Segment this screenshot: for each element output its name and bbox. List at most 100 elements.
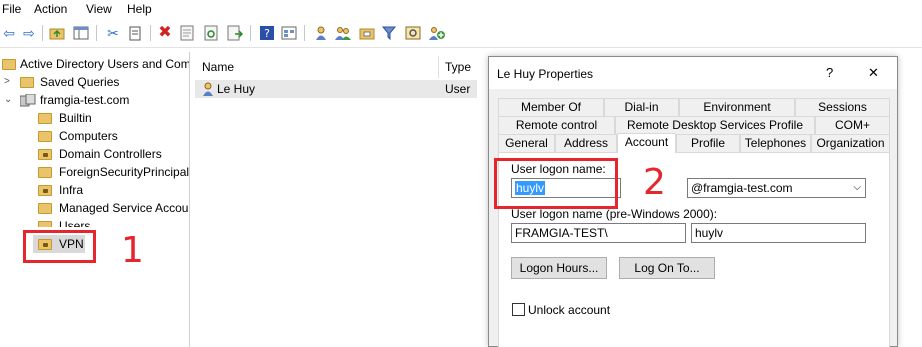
folder-icon <box>38 113 52 124</box>
tree-item-foreign-security-principals[interactable]: ForeignSecurityPrincipals <box>0 163 190 181</box>
unlock-account-label: Unlock account <box>528 303 611 317</box>
tree-item-domain-controllers[interactable]: Domain Controllers <box>0 145 189 163</box>
annotation-number-2: 2 <box>643 162 666 203</box>
ou-icon <box>38 149 52 160</box>
toolbar-separator <box>304 25 305 41</box>
tree-item-root[interactable]: Active Directory Users and Com <box>0 55 190 73</box>
copy-icon[interactable] <box>126 24 144 42</box>
tree-item-label: Users <box>59 219 91 227</box>
dialog-title: Le Huy Properties <box>497 67 594 81</box>
menu-file[interactable]: File <box>2 1 21 17</box>
tab-organization[interactable]: Organization <box>811 134 890 152</box>
tree-item-label: Saved Queries <box>40 75 120 89</box>
tab-dial-in[interactable]: Dial-in <box>604 98 679 116</box>
new-user-icon[interactable] <box>312 24 330 42</box>
folder-icon <box>38 131 52 142</box>
tab-com-plus[interactable]: COM+ <box>815 116 890 134</box>
delete-icon[interactable]: ✖ <box>156 24 174 42</box>
chevron-down-icon[interactable]: ⌄ <box>4 91 12 109</box>
upn-suffix-select[interactable]: @framgia-test.com ⌵ <box>687 178 866 198</box>
upn-suffix-value: @framgia-test.com <box>691 181 793 195</box>
menu-action[interactable]: Action <box>34 1 67 17</box>
toolbar-separator <box>96 25 97 41</box>
folder-icon <box>38 167 52 178</box>
help-button[interactable]: ? <box>826 65 833 80</box>
ad-root-icon <box>2 59 16 70</box>
tab-general[interactable]: General <box>498 134 555 152</box>
details-list: Name Type Le Huy User <box>195 52 477 347</box>
chevron-down-icon: ⌵ <box>853 182 861 193</box>
toolbar-separator <box>150 25 151 41</box>
dialog-titlebar: Le Huy Properties ? ✕ <box>489 57 897 89</box>
tree-item-label: Active Directory Users and Com <box>20 57 190 71</box>
pre2000-label: User logon name (pre-Windows 2000): <box>511 207 718 221</box>
tree-item-label: Computers <box>59 129 118 143</box>
folder-icon <box>38 221 52 227</box>
folder-icon <box>38 203 52 214</box>
tree-item-label: framgia-test.com <box>40 93 130 107</box>
tab-remote-desktop-services-profile[interactable]: Remote Desktop Services Profile <box>615 116 815 134</box>
tab-account[interactable]: Account <box>617 133 676 153</box>
tree-item-label: ForeignSecurityPrincipals <box>59 165 190 179</box>
refresh-icon[interactable] <box>202 24 220 42</box>
menu-bar: File Action View Help <box>0 0 922 18</box>
toolbar-separator <box>42 25 43 41</box>
toolbar-separator <box>250 25 251 41</box>
help-icon[interactable]: ? <box>258 24 276 42</box>
column-divider <box>438 56 439 78</box>
svg-text:?: ? <box>264 27 270 40</box>
annotation-number-1: 1 <box>121 230 144 271</box>
properties-icon[interactable] <box>178 24 196 42</box>
row-name: Le Huy <box>217 82 256 96</box>
user-icon <box>201 82 215 99</box>
pre2000-username-input[interactable]: huylv <box>691 223 866 243</box>
cut-icon[interactable]: ✂ <box>104 24 122 42</box>
tab-address[interactable]: Address <box>555 134 617 152</box>
ou-icon <box>38 185 52 196</box>
column-header-type[interactable]: Type <box>445 60 471 74</box>
tab-remote-control[interactable]: Remote control <box>498 116 615 134</box>
tree-item-label: Managed Service Accour <box>59 201 190 215</box>
annotation-box-logon <box>494 158 618 209</box>
menu-view[interactable]: View <box>86 1 112 17</box>
chevron-right-icon[interactable]: > <box>4 73 10 91</box>
tab-telephones[interactable]: Telephones <box>740 134 811 152</box>
toolbar: ⇦ ⇨ ✂ ✖ ? <box>0 18 922 48</box>
find-icon[interactable] <box>404 24 422 42</box>
tree-item-builtin[interactable]: Builtin <box>0 109 189 127</box>
export-list-icon[interactable] <box>226 24 244 42</box>
log-on-to-button[interactable]: Log On To... <box>619 257 715 279</box>
console-tree: Active Directory Users and Com > Saved Q… <box>0 52 190 347</box>
back-arrow-icon[interactable]: ⇦ <box>0 24 18 42</box>
tab-environment[interactable]: Environment <box>679 98 795 116</box>
new-group-icon[interactable] <box>334 24 352 42</box>
tree-item-label: Domain Controllers <box>59 147 162 161</box>
tree-item-infra[interactable]: Infra <box>0 181 189 199</box>
filter-icon[interactable] <box>380 24 398 42</box>
close-button[interactable]: ✕ <box>868 65 879 81</box>
tree-item-label: Infra <box>59 183 84 197</box>
new-ou-icon[interactable] <box>358 24 376 42</box>
table-row[interactable]: Le Huy User <box>195 80 477 98</box>
view-icon[interactable] <box>280 24 298 42</box>
tree-item-label: Builtin <box>59 111 92 125</box>
unlock-account-checkbox[interactable] <box>512 303 525 316</box>
tree-item-computers[interactable]: Computers <box>0 127 189 145</box>
pre2000-domain-field: FRAMGIA-TEST\ <box>511 223 686 243</box>
up-folder-icon[interactable] <box>48 24 66 42</box>
tree-item-managed-service-accounts[interactable]: Managed Service Accour <box>0 199 190 217</box>
tab-profile[interactable]: Profile <box>676 134 740 152</box>
tree-item-domain[interactable]: ⌄ framgia-test.com <box>0 91 189 109</box>
tree-item-users[interactable]: Users <box>0 217 189 227</box>
add-to-group-icon[interactable] <box>428 24 446 42</box>
folder-icon <box>20 77 34 88</box>
forward-arrow-icon[interactable]: ⇨ <box>20 24 38 42</box>
tree-item-saved-queries[interactable]: > Saved Queries <box>0 73 189 91</box>
annotation-box-vpn <box>23 230 96 263</box>
column-header-name[interactable]: Name <box>202 60 234 74</box>
tab-member-of[interactable]: Member Of <box>498 98 604 116</box>
menu-help[interactable]: Help <box>127 1 152 17</box>
show-hide-tree-icon[interactable] <box>72 24 90 42</box>
logon-hours-button[interactable]: Logon Hours... <box>511 257 607 279</box>
tab-sessions[interactable]: Sessions <box>795 98 890 116</box>
